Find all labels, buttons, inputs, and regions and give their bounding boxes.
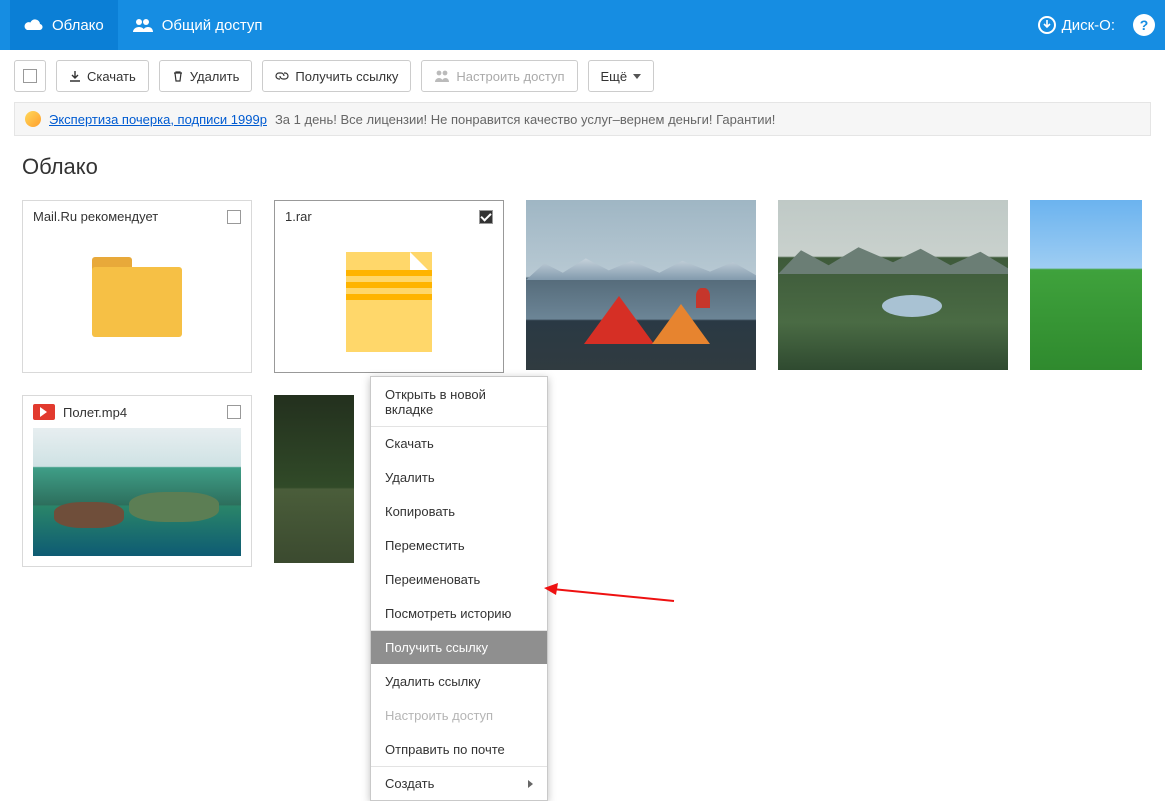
image-card[interactable]: [274, 395, 354, 563]
menu-rename[interactable]: Переименовать: [371, 562, 547, 596]
ad-banner[interactable]: Экспертиза почерка, подписи 1999р За 1 д…: [14, 102, 1151, 136]
rar-file-icon: [346, 252, 432, 352]
menu-download[interactable]: Скачать: [371, 426, 547, 460]
configure-button[interactable]: Настроить доступ: [421, 60, 577, 92]
checkbox-icon[interactable]: [227, 405, 241, 419]
image-card[interactable]: [1030, 200, 1142, 370]
image-thumbnail: [1030, 200, 1142, 370]
menu-history[interactable]: Посмотреть историю: [371, 596, 547, 630]
menu-delete[interactable]: Удалить: [371, 460, 547, 494]
ad-text: За 1 день! Все лицензии! Не понравится к…: [275, 112, 775, 127]
file-card-rar[interactable]: 1.rar: [274, 200, 504, 373]
nav-cloud[interactable]: Облако: [10, 0, 118, 50]
annotation-arrow: [544, 585, 674, 605]
checkbox-icon: [23, 69, 37, 83]
top-nav: Облако Общий доступ Диск-О: ?: [0, 0, 1165, 50]
folder-icon: [92, 267, 182, 337]
people-icon: [132, 18, 154, 32]
getlink-button[interactable]: Получить ссылку: [262, 60, 411, 92]
folder-name: Mail.Ru рекомендует: [33, 209, 158, 224]
page-title: Облако: [0, 136, 1165, 190]
context-menu: Открыть в новой вкладке Скачать Удалить …: [370, 376, 548, 801]
select-all-button[interactable]: [14, 60, 46, 92]
menu-create[interactable]: Создать: [371, 766, 547, 800]
down-circle-icon: [1038, 16, 1056, 34]
download-button[interactable]: Скачать: [56, 60, 149, 92]
menu-copy[interactable]: Копировать: [371, 494, 547, 528]
disko-link[interactable]: Диск-О:: [1032, 0, 1121, 50]
folder-card-recommend[interactable]: Mail.Ru рекомендует: [22, 200, 252, 373]
video-icon: [33, 404, 55, 420]
nav-shared-label: Общий доступ: [162, 17, 263, 34]
download-icon: [69, 70, 81, 82]
cloud-icon: [24, 18, 44, 32]
image-thumbnail: [274, 395, 354, 563]
video-thumbnail: [33, 428, 241, 556]
help-icon[interactable]: ?: [1133, 14, 1155, 36]
image-thumbnail: [778, 200, 1008, 370]
video-name: Полет.mp4: [63, 405, 127, 420]
nav-shared[interactable]: Общий доступ: [118, 0, 277, 50]
getlink-label: Получить ссылку: [295, 69, 398, 84]
download-label: Скачать: [87, 69, 136, 84]
more-label: Ещё: [601, 69, 628, 84]
menu-create-label: Создать: [385, 776, 434, 791]
image-card[interactable]: [778, 200, 1008, 370]
toolbar: Скачать Удалить Получить ссылку Настроит…: [0, 50, 1165, 102]
disko-label: Диск-О:: [1062, 17, 1115, 34]
video-card[interactable]: Полет.mp4: [22, 395, 252, 567]
trash-icon: [172, 70, 184, 82]
delete-button[interactable]: Удалить: [159, 60, 253, 92]
people-icon: [434, 70, 450, 82]
ad-icon: [25, 111, 41, 127]
ad-link[interactable]: Экспертиза почерка, подписи 1999р: [49, 112, 267, 127]
caret-down-icon: [633, 74, 641, 79]
menu-move[interactable]: Переместить: [371, 528, 547, 562]
configure-label: Настроить доступ: [456, 69, 564, 84]
checkbox-icon[interactable]: [227, 210, 241, 224]
chevron-right-icon: [528, 780, 533, 788]
nav-cloud-label: Облако: [52, 17, 104, 34]
image-thumbnail: [526, 200, 756, 370]
menu-remove-link[interactable]: Удалить ссылку: [371, 664, 547, 698]
checkbox-checked-icon[interactable]: [479, 210, 493, 224]
file-grid: Mail.Ru рекомендует 1.rar: [0, 190, 1165, 577]
link-icon: [275, 70, 289, 82]
menu-send-mail[interactable]: Отправить по почте: [371, 732, 547, 766]
image-card[interactable]: [526, 200, 756, 370]
menu-configure-access: Настроить доступ: [371, 698, 547, 732]
delete-label: Удалить: [190, 69, 240, 84]
file-name: 1.rar: [285, 209, 312, 224]
menu-get-link[interactable]: Получить ссылку: [371, 630, 547, 664]
menu-open-new-tab[interactable]: Открыть в новой вкладке: [371, 377, 547, 426]
more-button[interactable]: Ещё: [588, 60, 655, 92]
